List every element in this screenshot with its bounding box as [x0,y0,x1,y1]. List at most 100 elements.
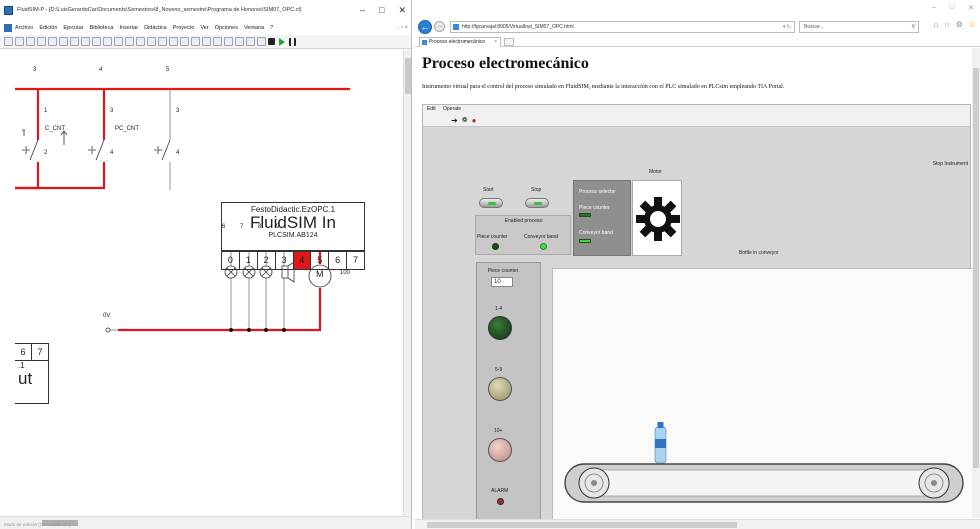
run-arrow-icon[interactable]: ➔ [451,116,458,125]
abort-icon[interactable]: ● [472,116,477,125]
align-bottom-icon[interactable] [158,37,167,46]
play-icon[interactable] [279,37,285,46]
menu-archivo[interactable]: Archivo [15,25,33,31]
minimize-button[interactable]: – [360,5,365,16]
print-icon[interactable] [48,37,57,46]
mdi-controls[interactable]: - ▫ × [397,25,408,31]
partial-terminal-7: 7 [37,347,43,357]
fluidsim-vertical-scrollbar[interactable] [403,50,411,516]
mirror-icon[interactable] [180,37,189,46]
terminal-1[interactable]: 1 [240,252,258,269]
vi-menu-bar: Edit Operate [423,105,970,114]
vi-menu-operate[interactable]: Operate [443,106,461,112]
cut-icon[interactable] [70,37,79,46]
page-title: Proceso electromecánico [422,55,589,72]
terminal-4-active[interactable]: 4 [293,252,312,269]
save-icon[interactable] [26,37,35,46]
stop-icon[interactable] [268,38,275,45]
align-center-icon[interactable] [114,37,123,46]
tab-proceso[interactable]: Proceso electromecánico × [419,37,501,47]
zoom-window-icon[interactable] [235,37,244,46]
align-middle-icon[interactable] [147,37,156,46]
new-file-icon[interactable] [4,37,13,46]
start-button[interactable] [479,198,503,208]
smiley-icon[interactable]: ☺ [968,20,976,29]
browser-horizontal-scrollbar[interactable] [415,519,980,529]
circuit-diagram [15,87,357,333]
terminal-6[interactable]: 6 [329,252,348,269]
align-left-icon[interactable] [103,37,112,46]
browser-close-button[interactable]: ✕ [968,4,974,12]
refresh-icon[interactable]: ▾ ↻ [783,22,791,32]
stop-instrument-label[interactable]: Stop Instrument [933,161,968,167]
terminal-7[interactable]: 7 [347,252,364,269]
tab-close-icon[interactable]: × [494,38,497,47]
selector-piece-counter-switch[interactable] [579,213,591,217]
grid-icon[interactable] [191,37,200,46]
tab-site-icon [422,40,427,45]
maximize-button[interactable]: □ [379,5,384,16]
settings-icon[interactable]: ⚙ [956,20,963,29]
open-file-icon[interactable] [15,37,24,46]
zoom-in-icon[interactable] [213,37,222,46]
menu-edicion[interactable]: Edición [39,25,57,31]
menu-insertar[interactable]: Insertar [119,25,138,31]
document-icon [4,23,12,32]
alarm-led [497,498,504,505]
wire-number: 8 [258,224,262,230]
zoom-previous-icon[interactable] [246,37,255,46]
menu-opciones[interactable]: Opciones [215,25,238,31]
terminal-5[interactable]: 5 [311,252,330,269]
pause-icon[interactable] [289,37,296,46]
fluidsim-status-text: Modo de edición (Ctrl+Doble clic) [4,522,71,527]
menu-biblioteca[interactable]: Biblioteca [90,25,114,31]
address-bar[interactable]: http://fgcarvajal:8005/VirtualInst_SIM07… [450,20,795,33]
zero-volt-terminal [105,327,111,333]
circuit-canvas[interactable]: 3 4 5 1 2 C_CNT 3 4 PC_CNT 3 4 FestoDida… [0,50,403,516]
favorites-icon[interactable]: ☆ [943,20,950,29]
browser-vertical-scrollbar[interactable] [972,48,980,518]
menu-ventana[interactable]: Ventana [244,25,264,31]
terminal-3[interactable]: 3 [276,252,294,269]
undo-icon[interactable] [59,37,68,46]
new-tab-button[interactable] [504,38,514,46]
print-preview-icon[interactable] [37,37,46,46]
terminal-0[interactable]: 0 [222,252,240,269]
address-url: http://fgcarvajal:8005/VirtualInst_SIM07… [462,23,574,30]
close-button[interactable]: ✕ [398,5,406,16]
contact-right [161,139,171,161]
wire-number: 7 [240,224,244,230]
copy-icon[interactable] [81,37,90,46]
zoom-out-icon[interactable] [224,37,233,46]
menu-ejecutar[interactable]: Ejecutar [63,25,83,31]
search-icon[interactable]: ⚲ [911,22,915,32]
red-wire-bottom2 [15,162,106,190]
rotate-icon[interactable] [169,37,178,46]
menu-help[interactable]: ? [270,25,273,31]
check-drawing-icon[interactable] [257,37,266,46]
fluidsim-window: FluidSIM-P - [D:\LuisGerardoCar\Document… [0,0,412,529]
search-input[interactable]: Buscar... ⚲ [799,20,919,33]
home-icon[interactable]: ⌂ [934,20,939,29]
motor-indicator-box [632,180,682,256]
forward-button[interactable]: → [434,21,445,32]
gear-icon [636,197,680,241]
menu-didactica[interactable]: Didáctica [144,25,167,31]
menu-ver[interactable]: Ver [200,25,208,31]
align-right-icon[interactable] [125,37,134,46]
back-button[interactable]: ← [418,19,432,34]
contact-bottom-number: 4 [176,150,180,156]
vi-menu-edit[interactable]: Edit [427,106,436,112]
paste-icon[interactable] [92,37,101,46]
align-top-icon[interactable] [136,37,145,46]
browser-maximize-button[interactable]: □ [950,4,954,12]
zoom-full-icon[interactable] [202,37,211,46]
run-continuous-icon[interactable]: ❁ [462,116,468,124]
stop-button[interactable] [525,198,549,208]
browser-minimize-button[interactable]: – [932,4,936,12]
fluidsim-app-icon [4,5,13,15]
left-partial-block[interactable]: 6 7 .1 ut [15,343,49,404]
selector-conveyor-band-switch[interactable] [579,239,591,243]
terminal-2[interactable]: 2 [258,252,276,269]
menu-proyecto[interactable]: Proyecto [173,25,195,31]
